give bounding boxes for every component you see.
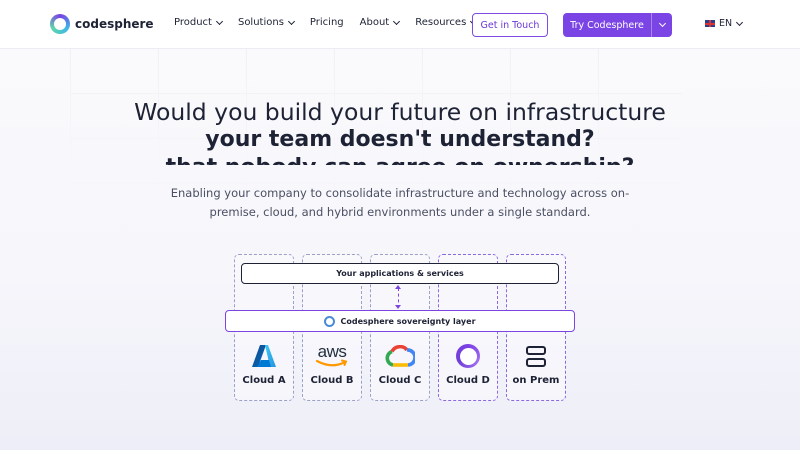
menu-item-solutions[interactable]: Solutions: [237, 17, 295, 28]
cloud-label-a: Cloud A: [242, 375, 286, 386]
try-codesphere-label: Try Codesphere: [570, 19, 644, 31]
hero-heading-next-line: that nobody can agree on ownership?: [0, 155, 800, 165]
codesphere-logo-icon: [50, 14, 70, 34]
menu-item-label: Product: [174, 17, 212, 28]
server-icon: [506, 343, 566, 369]
codesphere-ring-icon: [456, 344, 480, 368]
sovereignty-layer: Codesphere sovereignty layer: [225, 310, 575, 332]
main-menu: Product Solutions Pricing About Resource…: [174, 17, 492, 28]
top-navbar: codesphere Product Solutions Pricing Abo…: [0, 0, 800, 49]
language-selector[interactable]: EN: [705, 18, 744, 29]
applications-layer: Your applications & services: [241, 263, 559, 284]
codesphere-ring-icon: [324, 315, 336, 327]
cloud-label-c: Cloud C: [378, 375, 422, 386]
brand-name: codesphere: [75, 17, 154, 31]
hero-heading-rotating-line: your team doesn't understand?: [205, 127, 595, 152]
arrow-up-icon: [395, 285, 401, 289]
cloud-label-on-prem: on Prem: [512, 375, 560, 386]
sovereignty-layer-label: Codesphere sovereignty layer: [340, 316, 476, 326]
menu-item-label: About: [359, 17, 390, 28]
aws-logo-text: aws: [317, 342, 347, 361]
chevron-down-icon: [215, 17, 224, 25]
chevron-down-icon: [393, 17, 401, 25]
try-dropdown-toggle[interactable]: [652, 19, 672, 28]
language-label: EN: [719, 18, 733, 29]
menu-item-label: Solutions: [237, 17, 284, 28]
menu-item-label: Resources: [415, 17, 467, 28]
chevron-down-icon: [736, 18, 744, 26]
codesphere-icon: [438, 343, 498, 369]
hero-heading-line1: Would you build your future on infrastru…: [134, 98, 666, 126]
uk-flag-icon: [705, 20, 715, 27]
aws-icon: aws: [302, 343, 362, 369]
azure-icon: [234, 343, 294, 369]
menu-item-pricing[interactable]: Pricing: [310, 17, 344, 28]
google-cloud-icon: [370, 343, 430, 369]
chevron-down-icon: [658, 19, 666, 28]
hero-subtitle: Enabling your company to consolidate inf…: [170, 186, 630, 219]
menu-item-label: Pricing: [309, 17, 344, 28]
aws-smile-icon: [315, 359, 348, 367]
brand-logo[interactable]: codesphere: [50, 14, 154, 34]
get-in-touch-button[interactable]: Get in Touch: [472, 13, 548, 37]
menu-item-about[interactable]: About: [359, 17, 401, 28]
cloud-label-d: Cloud D: [446, 375, 490, 386]
cloud-label-b: Cloud B: [310, 375, 354, 386]
menu-item-product[interactable]: Product: [174, 17, 224, 28]
try-codesphere-button[interactable]: Try Codesphere: [563, 13, 672, 37]
chevron-down-icon: [287, 17, 295, 25]
menu-item-resources[interactable]: Resources: [415, 17, 478, 28]
arrow-down-icon: [395, 305, 401, 309]
hero-heading-next-line-clip: that nobody can agree on ownership?: [0, 155, 800, 165]
